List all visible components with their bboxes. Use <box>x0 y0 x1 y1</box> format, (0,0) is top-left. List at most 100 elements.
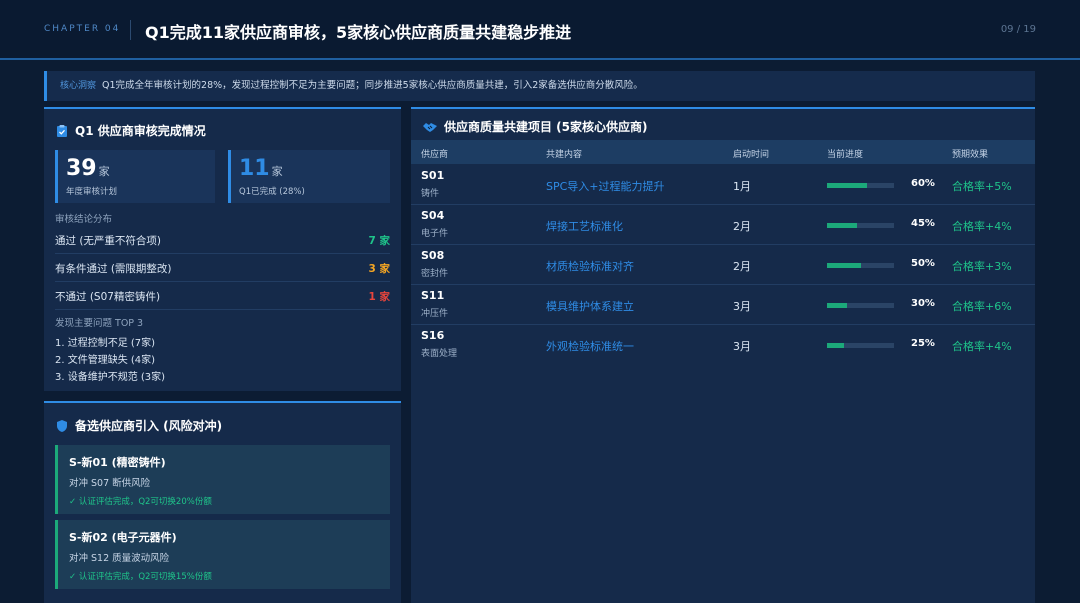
backup-panel: 备选供应商引入 (风险对冲) S-新01 (精密铸件) 对冲 S07 断供风险 … <box>44 401 401 603</box>
result-count: 3 家 <box>368 263 390 275</box>
header-divider <box>130 20 131 40</box>
progress-fill <box>827 303 848 308</box>
header: CHAPTER 04 Q1完成11家供应商审核，5家核心供应商质量共建稳步推进 … <box>0 0 1080 60</box>
progress-percent: 30% <box>911 298 935 309</box>
start-time: 2月 <box>733 260 751 273</box>
result-label: 不通过 (S07精密铸件) <box>55 291 161 303</box>
result-row-fail: 不通过 (S07精密铸件) 1 家 <box>55 282 390 310</box>
supplier-code: S01 <box>421 169 445 182</box>
stat-done-value: 11 <box>239 156 270 181</box>
supplier-type: 铸件 <box>421 189 440 199</box>
audit-title-text: Q1 供应商审核完成情况 <box>75 124 206 138</box>
column-header: 预期效果 <box>952 150 989 160</box>
project-content: 外观检验标准统一 <box>546 340 634 353</box>
table-row: S16 表面处理 外观检验标准统一 3月 25% 合格率+4% <box>411 325 1035 365</box>
expected-effect: 合格率+4% <box>952 340 1012 353</box>
stat-plan-unit: 家 <box>98 165 110 178</box>
stat-plan-label: 年度审核计划 <box>66 187 118 197</box>
progress-bar <box>827 183 894 188</box>
issue-item: 2. 文件管理缺失 (4家) <box>55 355 156 366</box>
start-time: 3月 <box>733 300 751 313</box>
progress-bar <box>827 343 894 348</box>
table-row: S01 铸件 SPC导入+过程能力提升 1月 60% 合格率+5% <box>411 165 1035 205</box>
backup-card-name: S-新01 (精密铸件) <box>69 456 166 469</box>
page-title: Q1完成11家供应商审核，5家核心供应商质量共建稳步推进 <box>145 23 572 42</box>
project-content: 模具维护体系建立 <box>546 300 634 313</box>
supplier-code: S08 <box>421 249 445 262</box>
shield-icon <box>57 419 67 432</box>
progress-fill <box>827 343 844 348</box>
supplier-code: S11 <box>421 289 445 302</box>
progress-percent: 60% <box>911 178 935 189</box>
progress-percent: 45% <box>911 218 935 229</box>
distribution-label: 审核结论分布 <box>55 214 113 225</box>
supplier-code: S16 <box>421 329 445 342</box>
expected-effect: 合格率+4% <box>952 220 1012 233</box>
table-row: S08 密封件 材质检验标准对齐 2月 50% 合格率+3% <box>411 245 1035 285</box>
handshake-icon <box>423 122 437 132</box>
table-header: 供应商 共建内容 启动时间 当前进度 预期效果 <box>411 140 1035 164</box>
result-row-conditional: 有条件通过 (需限期整改) 3 家 <box>55 254 390 282</box>
supplier-type: 电子件 <box>421 229 449 239</box>
progress-percent: 50% <box>911 258 935 269</box>
issue-item: 1. 过程控制不足 (7家) <box>55 338 156 349</box>
supplier-code: S04 <box>421 209 445 222</box>
clipboard-icon <box>57 124 67 137</box>
issue-item: 3. 设备维护不规范 (3家) <box>55 372 166 383</box>
table-row: S11 冲压件 模具维护体系建立 3月 30% 合格率+6% <box>411 285 1035 325</box>
progress-percent: 25% <box>911 338 935 349</box>
backup-title-text: 备选供应商引入 (风险对冲) <box>75 419 223 433</box>
result-count: 1 家 <box>368 291 390 303</box>
audit-panel-title: Q1 供应商审核完成情况 <box>55 122 206 139</box>
stat-plan-value: 39 <box>66 156 97 181</box>
supplier-type: 表面处理 <box>421 349 458 359</box>
start-time: 3月 <box>733 340 751 353</box>
progress-bar <box>827 263 894 268</box>
project-content: 焊接工艺标准化 <box>546 220 623 233</box>
supplier-type: 冲压件 <box>421 309 449 319</box>
stat-done-unit: 家 <box>271 165 283 178</box>
backup-card: S-新02 (电子元器件) 对冲 S12 质量波动风险 ✓ 认证评估完成，Q2可… <box>55 520 390 589</box>
result-label: 通过 (无严重不符合项) <box>55 235 162 247</box>
progress-bar <box>827 223 894 228</box>
result-label: 有条件通过 (需限期整改) <box>55 263 172 275</box>
progress-fill <box>827 183 868 188</box>
issues-label: 发现主要问题 TOP 3 <box>55 318 144 329</box>
project-content: 材质检验标准对齐 <box>546 260 634 273</box>
column-header: 启动时间 <box>733 150 770 160</box>
insight-text: Q1完成全年审核计划的28%，发现过程控制不足为主要问题；同步推进5家核心供应商… <box>102 80 643 91</box>
expected-effect: 合格率+3% <box>952 260 1012 273</box>
stat-done: 11 家 Q1已完成 (28%) <box>228 150 390 203</box>
backup-card: S-新01 (精密铸件) 对冲 S07 断供风险 ✓ 认证评估完成，Q2可切换2… <box>55 445 390 514</box>
backup-card-status: ✓ 认证评估完成，Q2可切换20%份额 <box>69 497 212 507</box>
insight-bar: 核心洞察 Q1完成全年审核计划的28%，发现过程控制不足为主要问题；同步推进5家核… <box>44 71 1035 101</box>
page-number: 09 / 19 <box>1000 24 1036 35</box>
progress-bar <box>827 303 894 308</box>
backup-panel-title: 备选供应商引入 (风险对冲) <box>55 417 222 434</box>
expected-effect: 合格率+6% <box>952 300 1012 313</box>
chapter-label: CHAPTER 04 <box>44 24 121 34</box>
backup-card-desc: 对冲 S12 质量波动风险 <box>69 553 170 564</box>
column-header: 当前进度 <box>827 150 864 160</box>
quality-panel-title: 供应商质量共建项目 (5家核心供应商) <box>422 118 648 135</box>
stat-plan: 39 家 年度审核计划 <box>55 150 215 203</box>
quality-panel: 供应商质量共建项目 (5家核心供应商) 供应商 共建内容 启动时间 当前进度 预… <box>411 107 1035 603</box>
progress-fill <box>827 263 861 268</box>
quality-title-text: 供应商质量共建项目 (5家核心供应商) <box>444 120 648 134</box>
project-content: SPC导入+过程能力提升 <box>546 180 665 193</box>
insight-tag: 核心洞察 <box>60 81 97 91</box>
audit-panel: Q1 供应商审核完成情况 39 家 年度审核计划 11 家 Q1已完成 (28%) … <box>44 107 401 391</box>
progress-fill <box>827 223 858 228</box>
stat-done-label: Q1已完成 (28%) <box>239 187 305 197</box>
expected-effect: 合格率+5% <box>952 180 1012 193</box>
column-header: 供应商 <box>421 150 449 160</box>
result-count: 7 家 <box>368 235 390 247</box>
backup-card-name: S-新02 (电子元器件) <box>69 531 177 544</box>
result-row-pass: 通过 (无严重不符合项) 7 家 <box>55 226 390 254</box>
column-header: 共建内容 <box>546 150 583 160</box>
backup-card-status: ✓ 认证评估完成，Q2可切换15%份额 <box>69 572 212 582</box>
backup-card-desc: 对冲 S07 断供风险 <box>69 478 151 489</box>
supplier-type: 密封件 <box>421 269 449 279</box>
start-time: 2月 <box>733 220 751 233</box>
table-row: S04 电子件 焊接工艺标准化 2月 45% 合格率+4% <box>411 205 1035 245</box>
